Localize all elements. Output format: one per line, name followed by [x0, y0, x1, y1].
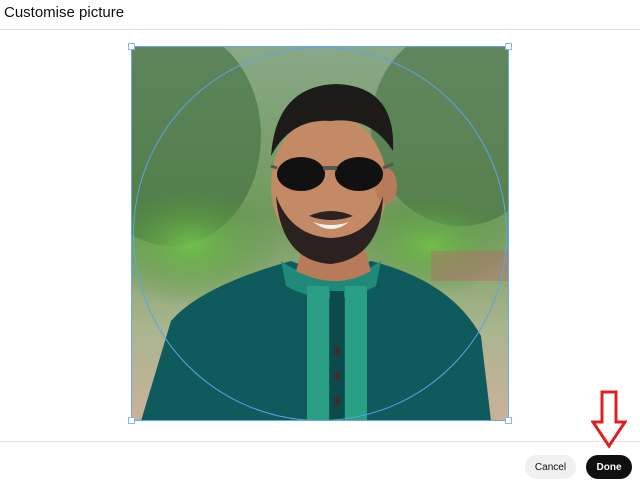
done-button[interactable]: Done: [586, 455, 632, 479]
cancel-button[interactable]: Cancel: [525, 455, 576, 479]
crop-editor: [0, 31, 640, 441]
crop-handle-bottom-left[interactable]: [128, 417, 135, 424]
crop-handle-top-right[interactable]: [505, 43, 512, 50]
dialog-title: Customise picture: [4, 4, 125, 21]
down-arrow-icon: [591, 390, 627, 449]
dialog-header: Customise picture: [0, 0, 640, 30]
crop-handle-bottom-right[interactable]: [505, 417, 512, 424]
profile-photo[interactable]: [131, 46, 509, 421]
crop-handle-top-left[interactable]: [128, 43, 135, 50]
dialog-footer: Cancel Done: [0, 441, 640, 486]
